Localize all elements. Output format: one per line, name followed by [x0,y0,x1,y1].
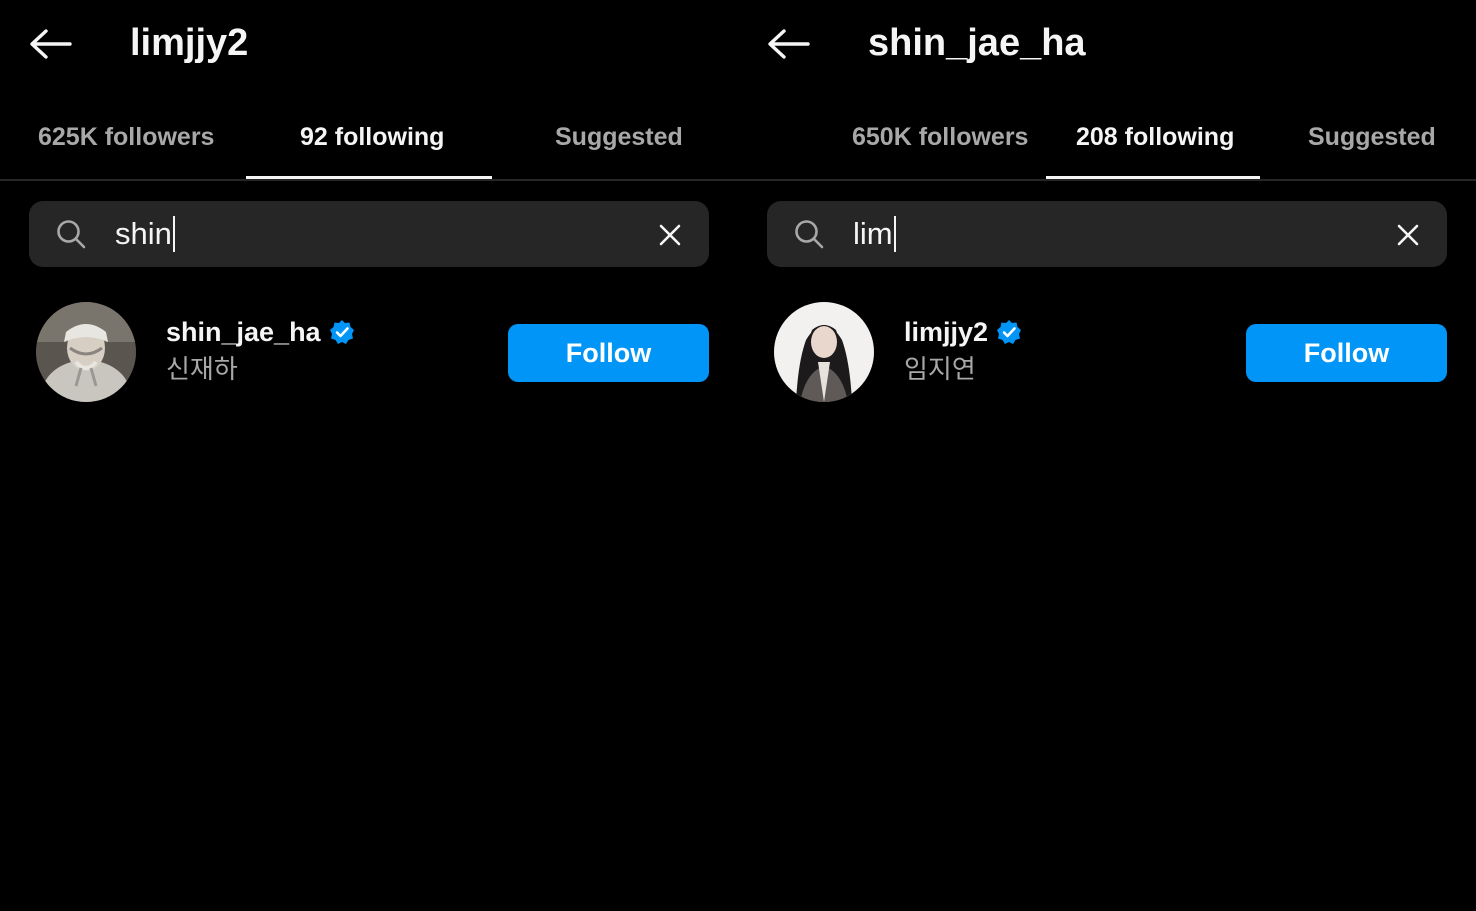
tab-following[interactable]: 92 following [300,118,444,156]
close-icon [659,224,681,246]
search-icon [795,220,824,249]
avatar[interactable] [36,302,136,402]
screen: limjjy2 625K followers 92 following Sugg… [0,0,1476,911]
person-avatar-icon [36,302,136,402]
back-button[interactable] [24,20,76,68]
text-caret [172,216,175,252]
username[interactable]: shin_jae_ha [166,314,321,350]
tab-followers[interactable]: 625K followers [38,118,214,156]
username[interactable]: limjjy2 [904,314,988,350]
username-line: shin_jae_ha [166,314,355,350]
clear-search-button[interactable] [653,218,687,252]
search-icon [57,220,86,249]
follow-button[interactable]: Follow [1246,324,1447,382]
avatar[interactable] [774,302,874,402]
tab-divider [738,179,1476,181]
arrow-left-icon [768,29,810,59]
search-bar[interactable]: shin [29,201,709,267]
profile-title: limjjy2 [130,22,249,64]
tab-divider [0,179,738,181]
clear-search-button[interactable] [1391,218,1425,252]
full-name: 신재하 [166,355,238,385]
arrow-left-icon [30,29,72,59]
tab-followers[interactable]: 650K followers [852,118,1028,156]
search-input[interactable]: shin [115,211,175,257]
search-bar[interactable]: lim [767,201,1447,267]
follow-button[interactable]: Follow [508,324,709,382]
back-button[interactable] [762,20,814,68]
text-caret [893,216,896,252]
close-icon [1397,224,1419,246]
tab-suggested[interactable]: Suggested [555,118,683,156]
username-line: limjjy2 [904,314,1022,350]
tab-following[interactable]: 208 following [1076,118,1234,156]
search-input-value: lim [853,216,893,251]
right-profile-pane: shin_jae_ha 650K followers 208 following… [738,0,1476,911]
person-avatar-icon [774,302,874,402]
search-result-row[interactable]: shin_jae_ha 신재하 Follow [30,296,710,410]
profile-title: shin_jae_ha [868,22,1086,64]
left-profile-pane: limjjy2 625K followers 92 following Sugg… [0,0,738,911]
search-result-row[interactable]: limjjy2 임지연 Follow [768,296,1448,410]
verified-badge-icon [329,320,354,344]
verified-badge-icon [997,320,1022,344]
search-input-value: shin [115,216,172,251]
full-name: 임지연 [904,355,976,385]
search-input[interactable]: lim [853,211,896,257]
tab-suggested[interactable]: Suggested [1308,118,1436,156]
